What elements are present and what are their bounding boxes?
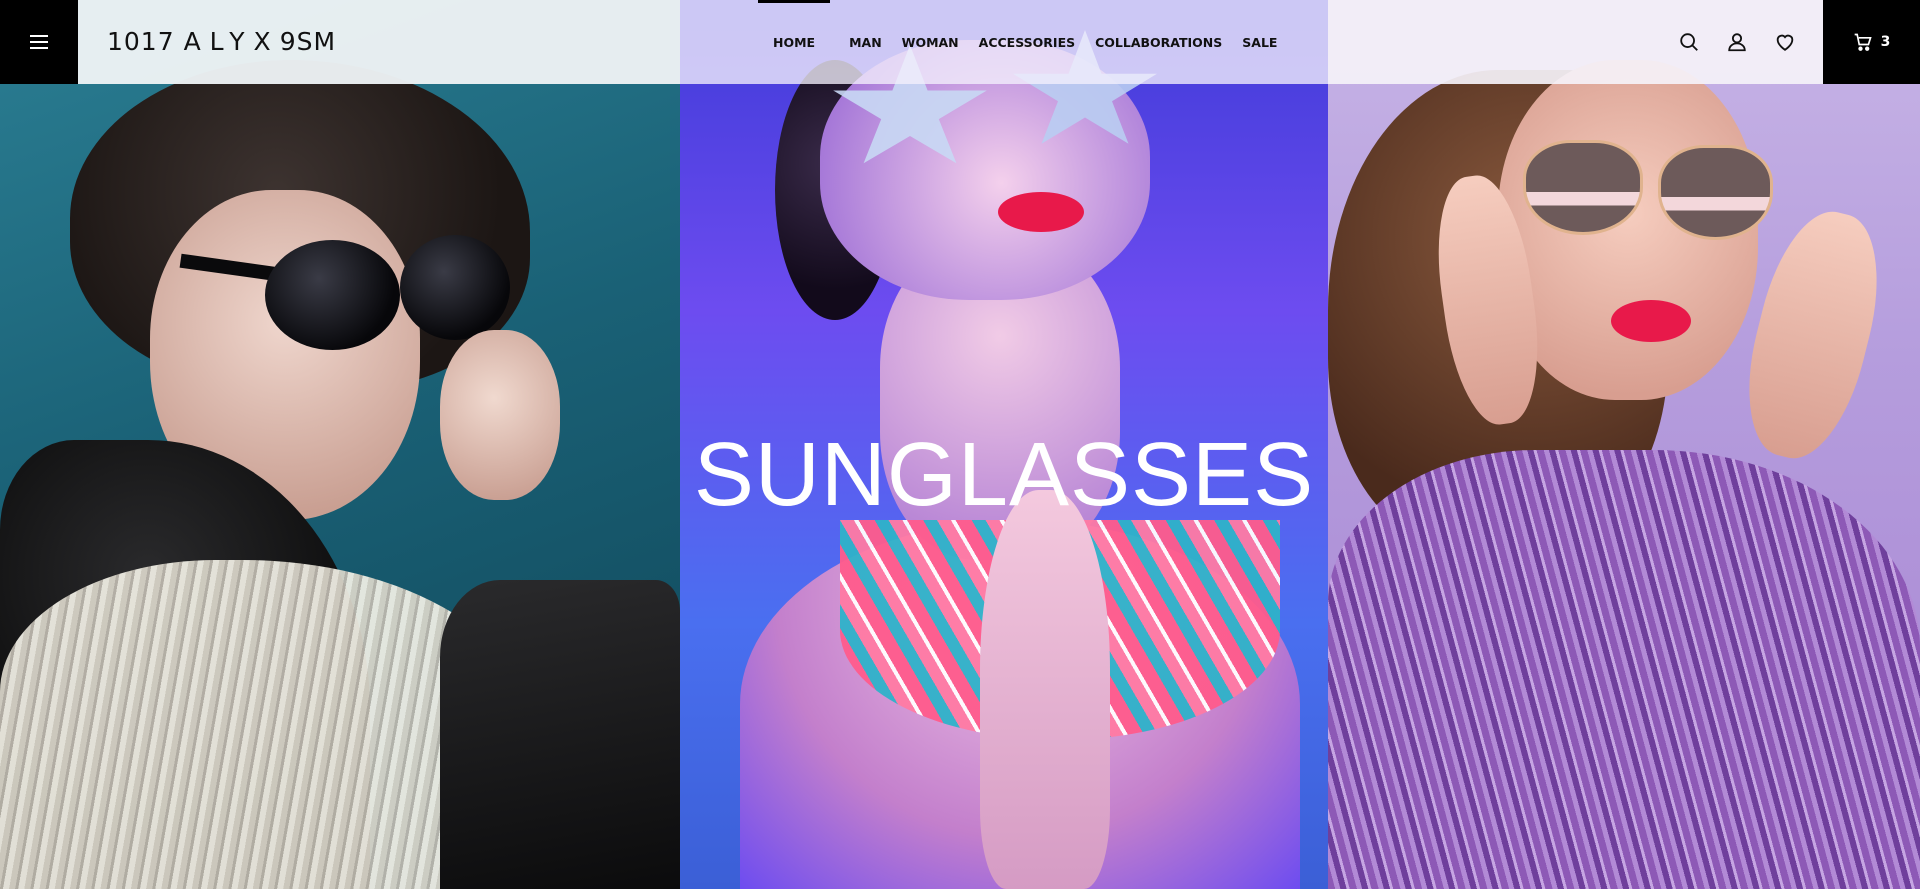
wishlist-button[interactable] <box>1761 0 1809 84</box>
menu-button[interactable] <box>0 0 78 84</box>
nav-item-collaborations[interactable]: COLLABORATIONS <box>1095 0 1222 84</box>
hero-image-spiked-sunglasses[interactable] <box>0 0 680 889</box>
heart-icon <box>1776 34 1794 51</box>
main-nav: HOME MAN WOMAN ACCESSORIES COLLABORATION… <box>758 0 1277 84</box>
search-icon <box>1680 33 1698 51</box>
user-icon <box>1728 33 1746 52</box>
hero-title: SUNGLASSES <box>693 425 1315 525</box>
cart-button[interactable]: 3 <box>1823 0 1920 84</box>
hero-image-cat-eye-sunglasses[interactable] <box>1328 0 1920 889</box>
hamburger-menu-icon <box>30 35 48 49</box>
nav-item-home[interactable]: HOME <box>758 0 831 84</box>
nav-item-woman[interactable]: WOMAN <box>902 0 959 84</box>
hero-banner: SUNGLASSES <box>0 0 1920 889</box>
nav-item-sale[interactable]: SALE <box>1242 0 1277 84</box>
account-button[interactable] <box>1713 0 1761 84</box>
search-button[interactable] <box>1665 0 1713 84</box>
site-logo[interactable]: 1017 ALYX9SM <box>107 26 336 58</box>
nav-item-man[interactable]: MAN <box>849 0 882 84</box>
cart-icon <box>1854 33 1872 51</box>
nav-item-accessories[interactable]: ACCESSORIES <box>979 0 1075 84</box>
cart-count: 3 <box>1880 34 1891 50</box>
site-header: 1017 ALYX9SM HOME MAN WOMAN ACCESSORIES … <box>0 0 1920 84</box>
header-actions <box>1665 0 1809 84</box>
